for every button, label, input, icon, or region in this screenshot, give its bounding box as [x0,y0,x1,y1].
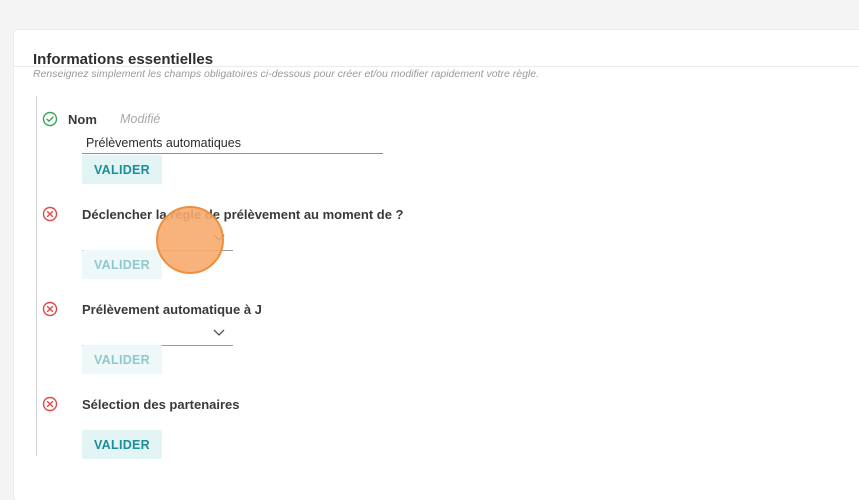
validate-name-button[interactable]: VALIDER [82,155,162,184]
validate-partners-button[interactable]: VALIDER [82,430,162,459]
step-trigger-label: Déclencher la règle de prélèvement au mo… [82,207,404,222]
step-day-label: Prélèvement automatique à J [82,302,262,317]
step-name-status: Modifié [120,112,161,126]
header-divider [14,66,859,67]
validate-trigger-button[interactable]: VALIDER [82,250,162,279]
error-circle-icon [42,396,58,412]
section-subtitle: Renseignez simplement les champs obligat… [33,68,539,80]
click-indicator [156,206,224,274]
step-partners-label: Sélection des partenaires [82,397,240,412]
chevron-down-icon [213,329,225,336]
step-name-label: Nom [68,112,97,127]
error-circle-icon [42,206,58,222]
check-circle-icon [42,111,58,127]
day-select[interactable] [82,323,233,346]
error-circle-icon [42,301,58,317]
name-input[interactable] [82,132,383,154]
validate-day-button[interactable]: VALIDER [82,345,162,374]
timeline-line [36,96,37,456]
